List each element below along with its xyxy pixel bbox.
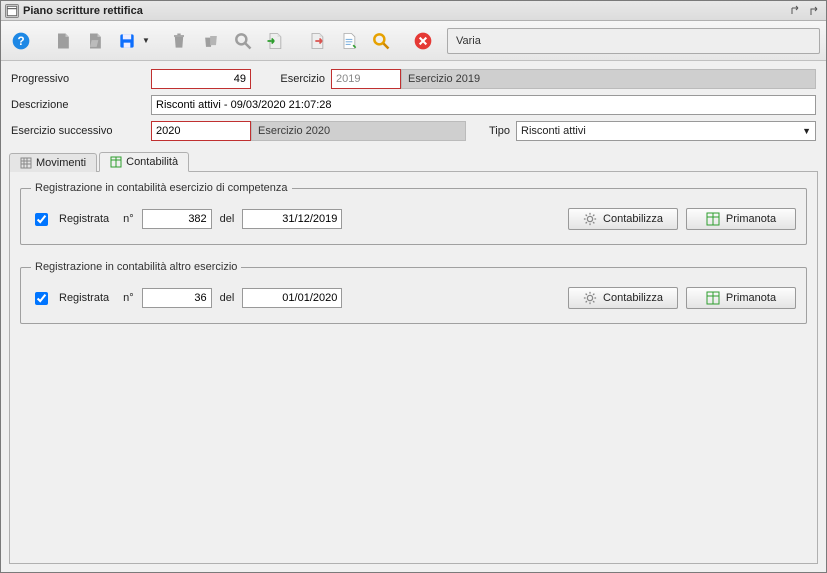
- varia-field[interactable]: Varia: [447, 28, 820, 54]
- tipo-select[interactable]: Risconti attivi ▼: [516, 121, 816, 141]
- group-altro-esercizio: Registrazione in contabilità altro eserc…: [20, 261, 807, 324]
- del1-label: del: [220, 213, 235, 225]
- esercizio-readonly: Esercizio 2019: [401, 69, 816, 89]
- n1-input[interactable]: [142, 209, 212, 229]
- primanota1-button[interactable]: Primanota: [686, 208, 796, 230]
- n2-label: n°: [123, 292, 134, 304]
- registrata2-label: Registrata: [59, 292, 109, 304]
- descrizione-input[interactable]: [151, 95, 816, 115]
- del2-label: del: [220, 292, 235, 304]
- registrata2-checkbox[interactable]: [35, 292, 48, 305]
- tab-movimenti[interactable]: Movimenti: [9, 153, 97, 172]
- report-button[interactable]: [335, 27, 363, 55]
- esercizio-label: Esercizio: [251, 73, 331, 85]
- window-title: Piano scritture rettifica: [23, 5, 788, 17]
- group-competenza: Registrazione in contabilità esercizio d…: [20, 182, 807, 245]
- tipo-value: Risconti attivi: [521, 125, 586, 137]
- window-buttons: [788, 4, 822, 18]
- group-competenza-legend: Registrazione in contabilità esercizio d…: [31, 182, 292, 194]
- table-icon: [110, 156, 122, 168]
- n1-label: n°: [123, 213, 134, 225]
- titlebar: Piano scritture rettifica: [1, 1, 826, 21]
- svg-text:?: ?: [17, 35, 24, 48]
- contabilizza2-button[interactable]: Contabilizza: [568, 287, 678, 309]
- tipo-label: Tipo: [466, 125, 516, 137]
- help-button[interactable]: ?: [7, 27, 35, 55]
- progressivo-label: Progressivo: [11, 73, 151, 85]
- window: Piano scritture rettifica ? ▼: [0, 0, 827, 573]
- import-button[interactable]: [261, 27, 289, 55]
- tab-contabilita[interactable]: Contabilità: [99, 152, 189, 172]
- close-button[interactable]: [409, 27, 437, 55]
- window-restore-icon[interactable]: [788, 4, 804, 18]
- descrizione-label: Descrizione: [11, 99, 151, 111]
- esercizio-input: [331, 69, 401, 89]
- delete-button[interactable]: [165, 27, 193, 55]
- window-maximize-icon[interactable]: [806, 4, 822, 18]
- save-button[interactable]: [113, 27, 141, 55]
- date2-input[interactable]: [242, 288, 342, 308]
- grid-icon: [20, 157, 32, 169]
- contabilizza1-button[interactable]: Contabilizza: [568, 208, 678, 230]
- progressivo-input[interactable]: [151, 69, 251, 89]
- gear-icon: [583, 212, 597, 226]
- varia-label: Varia: [456, 35, 481, 47]
- open-button[interactable]: [81, 27, 109, 55]
- group-altro-legend: Registrazione in contabilità altro eserc…: [31, 261, 241, 273]
- n2-input[interactable]: [142, 288, 212, 308]
- search-button[interactable]: [229, 27, 257, 55]
- tabs: Movimenti Contabilità: [9, 151, 818, 172]
- gear-icon: [583, 291, 597, 305]
- header-form: Progressivo Esercizio Esercizio 2019 Des…: [1, 61, 826, 149]
- table-green-icon: [706, 212, 720, 226]
- window-icon: [5, 4, 19, 18]
- primanota2-button[interactable]: Primanota: [686, 287, 796, 309]
- new-button[interactable]: [49, 27, 77, 55]
- find-button[interactable]: [367, 27, 395, 55]
- esercizio-succ-readonly: Esercizio 2020: [251, 121, 466, 141]
- delete-all-button[interactable]: [197, 27, 225, 55]
- esercizio-succ-label: Esercizio successivo: [11, 125, 151, 137]
- registrata1-checkbox[interactable]: [35, 213, 48, 226]
- tab-content: Registrazione in contabilità esercizio d…: [9, 172, 818, 564]
- esercizio-succ-input[interactable]: [151, 121, 251, 141]
- save-dropdown[interactable]: ▼: [141, 27, 151, 55]
- registrata1-label: Registrata: [59, 213, 109, 225]
- date1-input[interactable]: [242, 209, 342, 229]
- chevron-down-icon: ▼: [802, 126, 811, 136]
- toolbar: ? ▼: [1, 21, 826, 61]
- table-green-icon: [706, 291, 720, 305]
- export-button[interactable]: [303, 27, 331, 55]
